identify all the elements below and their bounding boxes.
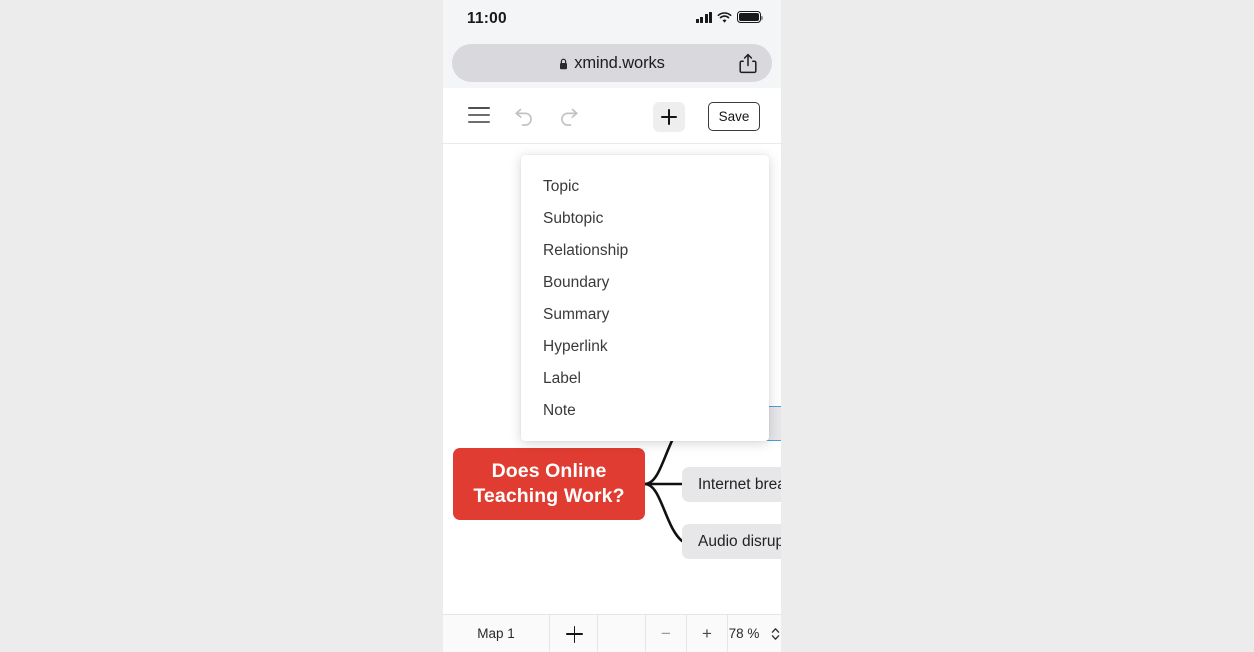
wifi-icon: [717, 11, 732, 23]
menu-item-label: Boundary: [543, 274, 610, 291]
mindmap-root-node[interactable]: Does Online Teaching Work?: [453, 448, 645, 520]
signal-bars-icon: [695, 11, 712, 23]
redo-arrow-icon[interactable]: [556, 105, 580, 127]
zoom-in-label: +: [702, 623, 712, 643]
phone-viewport: 11:00 xmind.works Save Does Online Teach…: [443, 0, 781, 652]
insert-plus-button[interactable]: [653, 102, 685, 132]
menu-item-label: Topic: [543, 178, 580, 195]
child-node-label: Audio disrupt: [698, 532, 781, 550]
menu-item-subtopic[interactable]: Subtopic: [521, 203, 769, 235]
menu-item-label[interactable]: Label: [521, 363, 769, 395]
bottom-bar-spacer: [598, 615, 646, 652]
menu-item-label: Subtopic: [543, 210, 604, 227]
zoom-out-button[interactable]: −: [646, 615, 687, 652]
zoom-level-control[interactable]: 78 %: [728, 615, 781, 652]
zoom-level-value: 78 %: [728, 626, 760, 641]
hamburger-menu-icon[interactable]: [468, 107, 490, 124]
address-bar[interactable]: xmind.works: [452, 44, 772, 82]
menu-item-hyperlink[interactable]: Hyperlink: [521, 331, 769, 363]
address-bar-content: xmind.works: [452, 44, 772, 82]
share-icon[interactable]: [738, 53, 758, 74]
save-button[interactable]: Save: [708, 102, 760, 131]
app-toolbar: Save: [443, 88, 781, 144]
sheet-tab-label: Map 1: [477, 626, 515, 641]
root-node-line-1: Does Online: [491, 459, 607, 482]
mindmap-child-node[interactable]: Audio disrupt: [682, 524, 781, 559]
insert-dropdown-menu: Topic Subtopic Relationship Boundary Sum…: [521, 155, 769, 441]
battery-full-icon: [737, 11, 764, 23]
browser-chrome: 11:00 xmind.works: [443, 0, 781, 88]
lock-icon: [559, 57, 568, 70]
status-bar-clock: 11:00: [467, 10, 507, 27]
mindmap-child-node[interactable]: Internet breaks: [682, 467, 781, 502]
menu-item-summary[interactable]: Summary: [521, 299, 769, 331]
menu-item-relationship[interactable]: Relationship: [521, 235, 769, 267]
menu-item-note[interactable]: Note: [521, 395, 769, 427]
address-bar-url: xmind.works: [574, 53, 665, 72]
menu-item-label: Label: [543, 370, 581, 387]
menu-item-boundary[interactable]: Boundary: [521, 267, 769, 299]
status-bar-icons: [695, 11, 764, 23]
menu-item-topic[interactable]: Topic: [521, 171, 769, 203]
zoom-out-label: −: [661, 623, 671, 643]
child-node-label: Internet breaks: [698, 475, 781, 493]
status-bar: 11:00: [443, 0, 781, 40]
undo-arrow-icon[interactable]: [513, 105, 537, 127]
zoom-in-button[interactable]: +: [687, 615, 728, 652]
menu-item-label: Hyperlink: [543, 338, 608, 355]
add-sheet-button[interactable]: [550, 615, 598, 652]
menu-item-label: Summary: [543, 306, 610, 323]
menu-item-label: Relationship: [543, 242, 629, 259]
bottom-bar: Map 1 − + 78 %: [443, 614, 781, 652]
chevron-up-down-icon[interactable]: [771, 626, 780, 642]
sheet-tab-map-1[interactable]: Map 1: [443, 615, 550, 652]
root-node-line-2: Teaching Work?: [473, 485, 625, 507]
menu-item-label: Note: [543, 402, 576, 419]
mindmap-canvas[interactable]: Does Online Teaching Work? ra Internet b…: [443, 145, 781, 614]
